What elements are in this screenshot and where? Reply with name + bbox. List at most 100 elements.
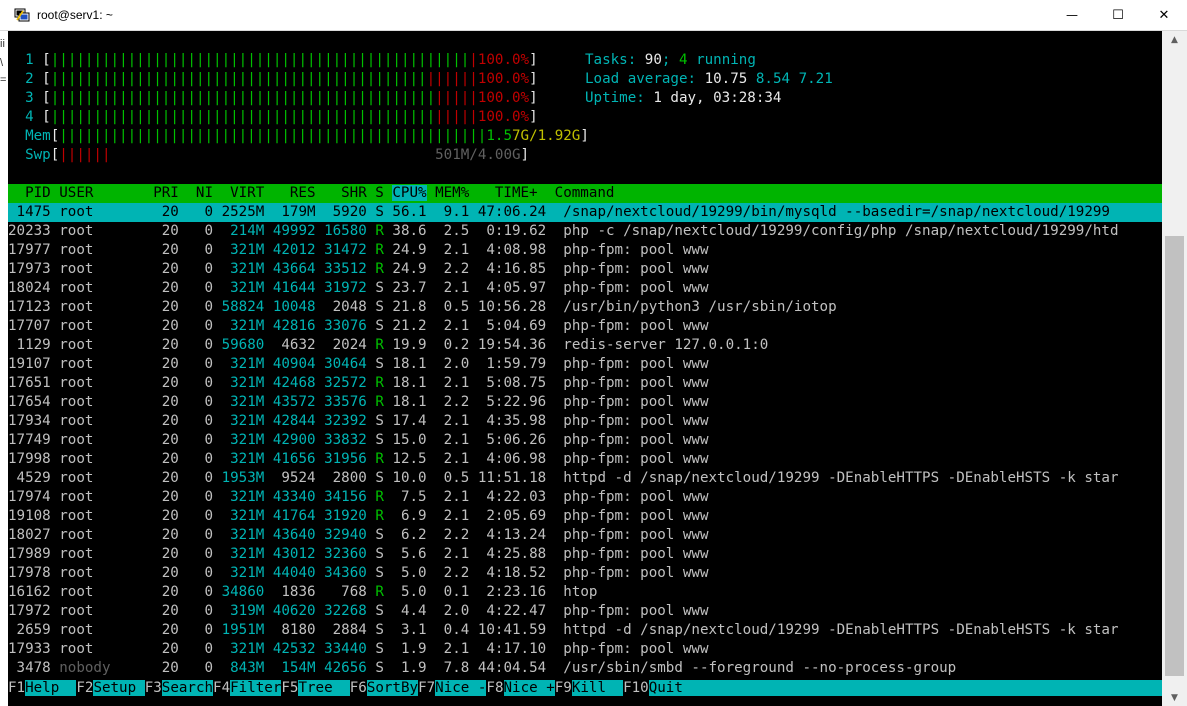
cell-shr: 2024	[315, 337, 367, 353]
cell-res: 40904	[264, 356, 316, 372]
table-row[interactable]: 18024 root 20 0 321M 41644 31972 S 23.7 …	[8, 279, 709, 298]
cell-pid: 17998	[8, 451, 51, 467]
table-row[interactable]: 17651 root 20 0 321M 42468 32572 R 18.1 …	[8, 374, 709, 393]
table-row[interactable]: 17973 root 20 0 321M 43664 33512 R 24.9 …	[8, 260, 709, 279]
cell-cmd: /usr/sbin/smbd --foreground --no-process…	[563, 660, 957, 676]
table-row[interactable]: 20233 root 20 0 214M 49992 16580 R 38.6 …	[8, 222, 1119, 241]
cell-ni: 0	[178, 546, 214, 562]
cell-res: 42844	[264, 413, 316, 429]
cell-cpu: 24.9	[383, 242, 427, 258]
cell-res: 8180	[264, 622, 316, 638]
table-row[interactable]: 17977 root 20 0 321M 42012 31472 R 24.9 …	[8, 241, 709, 260]
fkey-f2[interactable]: F2Setup	[76, 680, 145, 696]
uptime: Uptime: 1 day, 03:28:34	[585, 90, 782, 106]
table-row[interactable]: 17972 root 20 0 319M 40620 32268 S 4.4 2…	[8, 602, 709, 621]
table-row[interactable]: 17707 root 20 0 321M 42816 33076 S 21.2 …	[8, 317, 709, 336]
cell-time: 4:22.47	[469, 603, 547, 619]
cell-time: 5:22.96	[469, 394, 547, 410]
cell-pri: 20	[144, 356, 179, 372]
table-row[interactable]: 18027 root 20 0 321M 43640 32940 S 6.2 2…	[8, 526, 709, 545]
cell-pri: 20	[144, 337, 179, 353]
cell-shr: 31972	[315, 280, 367, 296]
table-row[interactable]: 17998 root 20 0 321M 41656 31956 R 12.5 …	[8, 450, 709, 469]
scroll-up-arrow-icon[interactable]: ▲	[1162, 31, 1187, 48]
vertical-scrollbar[interactable]: ▲ ▼	[1162, 31, 1187, 706]
cpu-meter-4: 4 [|||||||||||||||||||||||||||||||||||||…	[25, 109, 538, 125]
cell-cmd: php-fpm: pool www	[563, 546, 709, 562]
cell-cmd: php-fpm: pool www	[563, 394, 709, 410]
cell-time: 4:17.10	[469, 641, 547, 657]
table-row[interactable]: 17974 root 20 0 321M 43340 34156 R 7.5 2…	[8, 488, 709, 507]
fkey-label: Nice -	[435, 680, 487, 696]
sort-column-cpu[interactable]: CPU%	[392, 185, 427, 201]
cell-cmd: redis-server 127.0.0.1:0	[563, 337, 769, 353]
scrollbar-thumb[interactable]	[1165, 236, 1184, 676]
cell-shr: 5920	[315, 204, 367, 220]
cell-virt: 2525M	[213, 204, 265, 220]
cell-ni: 0	[178, 223, 214, 239]
table-row[interactable]: 1129 root 20 0 59680 4632 2024 R 19.9 0.…	[8, 336, 769, 355]
background-text: ii	[0, 38, 5, 50]
cell-ni: 0	[178, 280, 214, 296]
cell-shr: 33440	[315, 641, 367, 657]
minimize-button[interactable]: —	[1049, 0, 1095, 30]
cell-pri: 20	[144, 603, 179, 619]
fkey-f4[interactable]: F4Filter	[213, 680, 282, 696]
fkey-f9[interactable]: F9Kill	[554, 680, 624, 696]
cell-cmd: php-fpm: pool www	[563, 356, 709, 372]
table-row[interactable]: 19108 root 20 0 321M 41764 31920 R 6.9 2…	[8, 507, 709, 526]
cell-mem: 2.1	[426, 280, 470, 296]
cell-pid: 17707	[8, 318, 51, 334]
cell-virt: 321M	[213, 451, 265, 467]
fkey-f1[interactable]: F1Help	[8, 680, 77, 696]
cell-cmd: php-fpm: pool www	[563, 280, 709, 296]
table-row[interactable]: 19107 root 20 0 321M 40904 30464 S 18.1 …	[8, 355, 709, 374]
table-row[interactable]: 17654 root 20 0 321M 43572 33576 R 18.1 …	[8, 393, 709, 412]
close-button[interactable]: ✕	[1141, 0, 1187, 30]
window-titlebar[interactable]: root@serv1: ~ — ☐ ✕	[0, 0, 1187, 31]
cell-pid: 4529	[8, 470, 51, 486]
table-row[interactable]: 17989 root 20 0 321M 43012 32360 S 5.6 2…	[8, 545, 709, 564]
table-row[interactable]: 3478 nobody 20 0 843M 154M 42656 S 1.9 7…	[8, 659, 957, 678]
table-row[interactable]: 17934 root 20 0 321M 42844 32392 S 17.4 …	[8, 412, 709, 431]
scroll-down-arrow-icon[interactable]: ▼	[1162, 689, 1187, 706]
cell-cpu: 15.0	[383, 432, 427, 448]
terminal-area[interactable]: 1 [|||||||||||||||||||||||||||||||||||||…	[8, 31, 1162, 706]
cell-pri: 20	[144, 280, 179, 296]
table-row[interactable]: 16162 root 20 0 34860 1836 768 R 5.0 0.1…	[8, 583, 597, 602]
table-row[interactable]: 17749 root 20 0 321M 42900 33832 S 15.0 …	[8, 431, 709, 450]
fkey-key: F7	[418, 680, 436, 696]
maximize-button[interactable]: ☐	[1095, 0, 1141, 30]
process-table-header[interactable]: PID USER PRI NI VIRT RES SHR S CPU% MEM%…	[8, 184, 1162, 203]
cell-mem: 2.1	[426, 641, 470, 657]
cell-pri: 20	[144, 470, 179, 486]
fkey-f6[interactable]: F6SortBy	[349, 680, 419, 696]
table-row[interactable]: 2659 root 20 0 1951M 8180 2884 S 3.1 0.4…	[8, 621, 1119, 640]
cell-time: 4:25.88	[469, 546, 547, 562]
fkey-key: F1	[8, 680, 26, 696]
fkey-f5[interactable]: F5Tree	[281, 680, 350, 696]
cell-mem: 2.0	[426, 356, 470, 372]
fkey-f8[interactable]: F8Nice +	[486, 680, 555, 696]
fkey-f10[interactable]: F10Quit	[623, 680, 700, 696]
cell-virt: 321M	[213, 413, 265, 429]
table-row[interactable]: 4529 root 20 0 1953M 9524 2800 S 10.0 0.…	[8, 469, 1119, 488]
cell-shr: 768	[315, 584, 367, 600]
cell-virt: 321M	[213, 394, 265, 410]
cell-virt: 321M	[213, 565, 265, 581]
cell-res: 42468	[264, 375, 316, 391]
table-row-selected[interactable]: 1475 root 20 0 2525M 179M 5920 S 56.1 9.…	[8, 203, 1162, 222]
cell-res: 41764	[264, 508, 316, 524]
fkey-f7[interactable]: F7Nice -	[418, 680, 487, 696]
cell-virt: 321M	[213, 375, 265, 391]
cell-cmd: php-fpm: pool www	[563, 432, 709, 448]
table-row[interactable]: 17933 root 20 0 321M 42532 33440 S 1.9 2…	[8, 640, 709, 659]
fkey-label: Search	[161, 680, 214, 696]
cell-cmd: php -c /snap/nextcloud/19299/config/php …	[563, 223, 1119, 239]
table-row[interactable]: 17123 root 20 0 58824 10048 2048 S 21.8 …	[8, 298, 837, 317]
table-row[interactable]: 17978 root 20 0 321M 44040 34360 S 5.0 2…	[8, 564, 709, 583]
fkey-f3[interactable]: F3Search	[144, 680, 214, 696]
cell-shr: 2048	[315, 299, 367, 315]
cell-mem: 0.5	[426, 299, 470, 315]
cell-user: root	[59, 337, 145, 353]
